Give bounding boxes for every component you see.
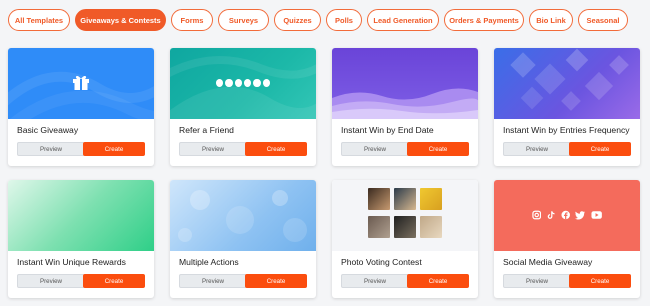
- create-button[interactable]: Create: [569, 274, 631, 288]
- create-button[interactable]: Create: [407, 274, 469, 288]
- card-title: Photo Voting Contest: [341, 257, 422, 267]
- tiktok-icon: [548, 211, 555, 219]
- instagram-icon: [216, 79, 224, 87]
- card-title: Social Media Giveaway: [503, 257, 593, 267]
- preview-button[interactable]: Preview: [17, 274, 85, 288]
- template-grid: Basic Giveaway Preview Create Refer a Fr…: [0, 0, 650, 306]
- gift-icon: [71, 72, 91, 92]
- preview-button[interactable]: Preview: [341, 274, 409, 288]
- card-title: Multiple Actions: [179, 257, 239, 267]
- preview-button[interactable]: Preview: [341, 142, 409, 156]
- social-icons-row: [216, 78, 270, 88]
- diamond-pattern: [510, 48, 629, 111]
- social-icons-row: [532, 209, 602, 221]
- template-card-refer-a-friend: Refer a Friend Preview Create: [170, 48, 316, 166]
- template-card-basic-giveaway: Basic Giveaway Preview Create: [8, 48, 154, 166]
- thumbnail[interactable]: [170, 48, 316, 119]
- photo-thumbnail: [420, 216, 442, 238]
- thumbnail[interactable]: [8, 180, 154, 251]
- create-button[interactable]: Create: [245, 274, 307, 288]
- preview-button[interactable]: Preview: [179, 274, 247, 288]
- create-button[interactable]: Create: [245, 142, 307, 156]
- thumbnail[interactable]: [494, 48, 640, 119]
- template-card-instant-win-unique-rewards: Instant Win Unique Rewards Preview Creat…: [8, 180, 154, 298]
- photo-thumbnail: [368, 188, 390, 210]
- pinterest-icon: [262, 79, 270, 87]
- linkedin-icon: [244, 79, 252, 87]
- template-card-instant-win-entries-frequency: Instant Win by Entries Frequency Preview…: [494, 48, 640, 166]
- thumbnail[interactable]: [494, 180, 640, 251]
- photo-thumbnail: [394, 188, 416, 210]
- instagram-icon: [532, 210, 542, 220]
- photo-thumbnail: [394, 216, 416, 238]
- youtube-icon: [253, 79, 261, 87]
- photo-thumbnail: [420, 188, 442, 210]
- preview-button[interactable]: Preview: [17, 142, 85, 156]
- card-title: Instant Win by Entries Frequency: [503, 125, 630, 135]
- template-card-multiple-actions: Multiple Actions Preview Create: [170, 180, 316, 298]
- preview-button[interactable]: Preview: [179, 142, 247, 156]
- card-title: Basic Giveaway: [17, 125, 79, 135]
- card-title: Instant Win by End Date: [341, 125, 434, 135]
- preview-button[interactable]: Preview: [503, 142, 571, 156]
- card-title: Refer a Friend: [179, 125, 234, 135]
- thumbnail[interactable]: [8, 48, 154, 119]
- wave-pattern: [332, 88, 478, 119]
- preview-button[interactable]: Preview: [503, 274, 571, 288]
- template-card-photo-voting-contest: Photo Voting Contest Preview Create: [332, 180, 478, 298]
- bokeh-pattern: [178, 190, 307, 242]
- template-card-instant-win-end-date: Instant Win by End Date Preview Create: [332, 48, 478, 166]
- facebook-icon: [561, 210, 570, 220]
- create-button[interactable]: Create: [83, 274, 145, 288]
- create-button[interactable]: Create: [569, 142, 631, 156]
- create-button[interactable]: Create: [407, 142, 469, 156]
- create-button[interactable]: Create: [83, 142, 145, 156]
- card-title: Instant Win Unique Rewards: [17, 257, 126, 267]
- facebook-icon: [225, 79, 233, 87]
- photo-thumbnail: [368, 216, 390, 238]
- template-card-social-media-giveaway: Social Media Giveaway Preview Create: [494, 180, 640, 298]
- twitter-icon: [575, 211, 586, 220]
- twitter-icon: [234, 79, 242, 87]
- thumbnail[interactable]: [332, 180, 478, 251]
- thumbnail[interactable]: [332, 48, 478, 119]
- thumbnail[interactable]: [170, 180, 316, 251]
- youtube-icon: [591, 211, 602, 219]
